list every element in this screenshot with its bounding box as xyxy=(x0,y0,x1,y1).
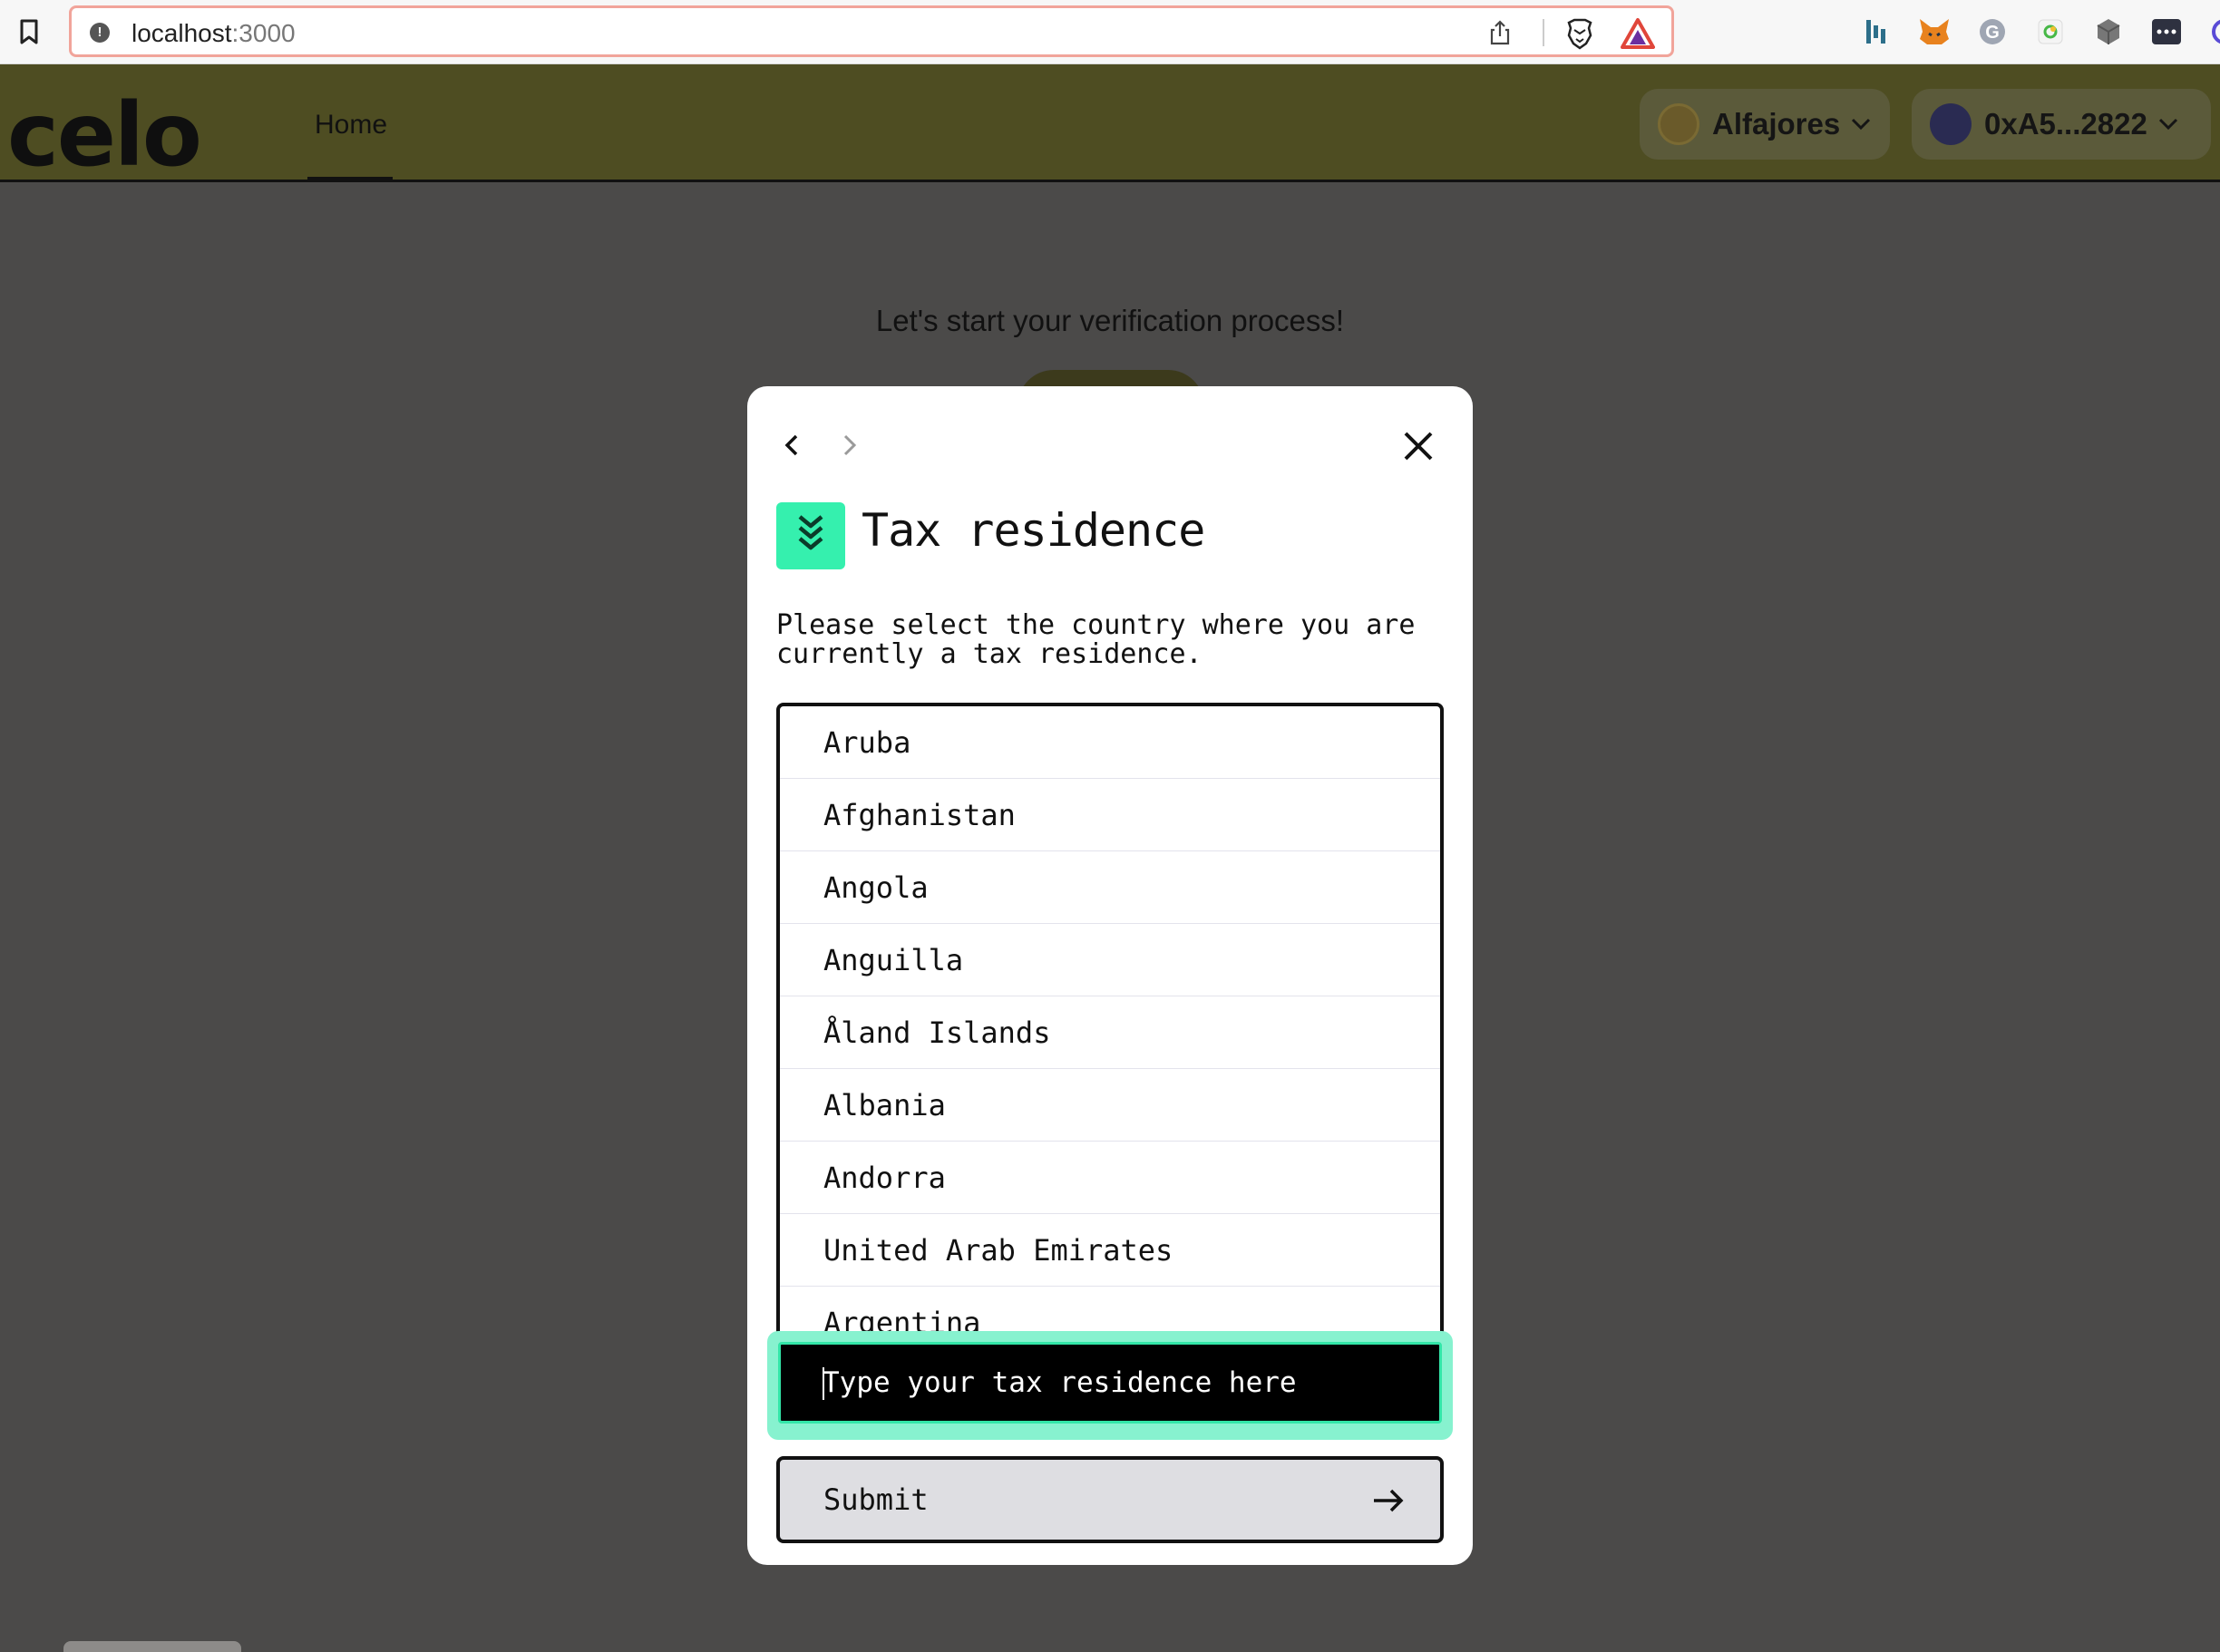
wallet-selector[interactable]: 0xA5...2822 xyxy=(1912,89,2211,160)
horizontal-scrollbar[interactable] xyxy=(63,1641,241,1652)
password-manager-icon[interactable] xyxy=(2149,15,2184,49)
brave-shields-icon[interactable] xyxy=(1564,17,1595,50)
extension-purple-icon[interactable] xyxy=(2207,15,2220,49)
modal-title: Tax residence xyxy=(862,504,1205,557)
share-icon[interactable] xyxy=(1486,19,1514,46)
tax-residence-modal: Tax residence Please select the country … xyxy=(747,386,1473,1565)
bookmark-icon[interactable] xyxy=(16,17,42,46)
close-icon[interactable] xyxy=(1398,426,1438,466)
analytics-extension-icon[interactable] xyxy=(1859,15,1894,49)
url-text: localhost:3000 xyxy=(131,19,296,47)
grammarly-icon[interactable]: G xyxy=(1975,15,2010,49)
country-option[interactable]: Albania xyxy=(780,1069,1440,1142)
celo-logo[interactable]: celo xyxy=(7,92,202,179)
cube-extension-icon[interactable] xyxy=(2091,15,2126,49)
country-option[interactable]: Anguilla xyxy=(780,924,1440,996)
country-option[interactable]: Andorra xyxy=(780,1142,1440,1214)
country-option[interactable]: United Arab Emirates xyxy=(780,1214,1440,1287)
country-option[interactable]: Åland Islands xyxy=(780,996,1440,1069)
tax-residence-input[interactable] xyxy=(778,1342,1442,1424)
app-header: celo Home Alfajores 0xA5...2822 xyxy=(0,64,2220,182)
country-option[interactable]: Aruba xyxy=(780,706,1440,779)
country-option[interactable]: Angola xyxy=(780,851,1440,924)
modal-description: Please select the country where you are … xyxy=(776,609,1416,670)
nav-home-link[interactable]: Home xyxy=(315,110,387,141)
submit-label: Submit xyxy=(823,1482,929,1517)
nav-active-indicator xyxy=(307,177,393,181)
country-list[interactable]: Aruba Afghanistan Angola Anguilla Åland … xyxy=(776,703,1444,1356)
wallet-address: 0xA5...2822 xyxy=(1984,107,2147,141)
form-logo-icon xyxy=(776,502,845,569)
address-bar-divider xyxy=(1543,19,1544,46)
chevron-down-icon xyxy=(1852,118,1871,131)
text-caret xyxy=(823,1367,824,1400)
address-bar[interactable]: ! localhost:3000 xyxy=(69,5,1674,57)
browser-toolbar: ! localhost:3000 G xyxy=(0,0,2220,64)
back-arrow-icon[interactable] xyxy=(780,430,803,461)
chevron-down-icon xyxy=(2158,118,2177,131)
green-extension-icon[interactable] xyxy=(2033,15,2068,49)
site-info-icon[interactable]: ! xyxy=(90,23,110,43)
network-label: Alfajores xyxy=(1712,107,1841,141)
wallet-avatar-icon xyxy=(1930,103,1972,145)
metamask-fox-icon[interactable] xyxy=(1917,15,1952,49)
submit-button[interactable]: Submit xyxy=(776,1456,1444,1543)
country-option[interactable]: Afghanistan xyxy=(780,779,1440,851)
brave-rewards-icon[interactable] xyxy=(1621,17,1655,50)
verification-heading: Let's start your verification process! xyxy=(875,304,1345,337)
network-selector[interactable]: Alfajores xyxy=(1640,89,1890,160)
network-icon xyxy=(1658,103,1699,145)
forward-arrow-icon[interactable] xyxy=(838,430,862,461)
svg-text:G: G xyxy=(1985,23,2000,43)
arrow-right-icon xyxy=(1374,1489,1404,1512)
extensions-area: G xyxy=(1859,15,2220,49)
